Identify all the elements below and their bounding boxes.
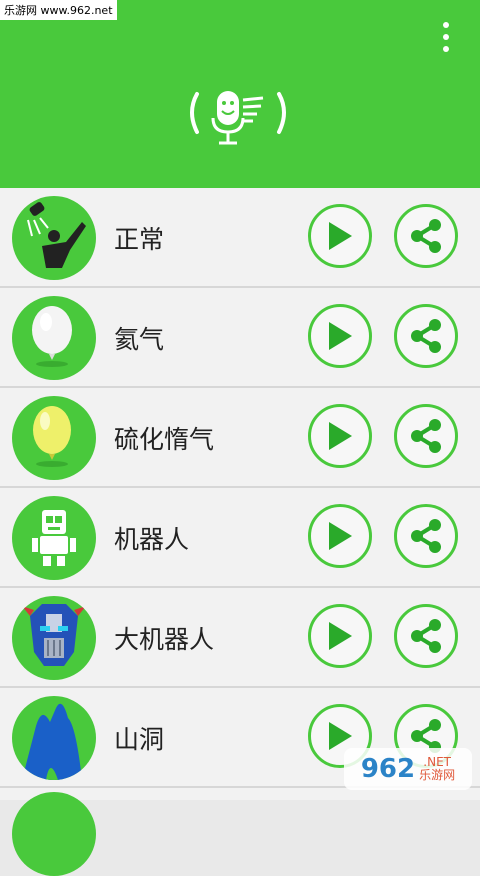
play-button[interactable] <box>308 204 372 268</box>
white-balloon-icon <box>12 296 96 380</box>
list-item[interactable]: 机器人 <box>0 488 480 588</box>
play-icon <box>329 222 352 250</box>
play-button[interactable] <box>308 504 372 568</box>
avatar <box>12 792 96 876</box>
robot-icon <box>12 496 96 580</box>
voice-label: 山洞 <box>114 725 165 754</box>
voice-label: 机器人 <box>114 525 190 554</box>
play-button[interactable] <box>308 604 372 668</box>
share-icon <box>411 619 441 653</box>
shower-person-icon <box>12 196 96 280</box>
play-icon <box>329 722 352 750</box>
site-watermark-logo: 962 .NET 乐游网 <box>344 748 472 790</box>
share-button[interactable] <box>394 404 458 468</box>
yellow-balloon-icon <box>12 396 96 480</box>
voice-label: 硫化惰气 <box>114 425 215 454</box>
play-icon <box>329 522 352 550</box>
share-icon <box>411 219 441 253</box>
app-header: 乐游网 www.962.net <box>0 0 480 188</box>
voice-label: 大机器人 <box>114 625 215 654</box>
overflow-menu-button[interactable] <box>438 22 454 52</box>
microphone-icon <box>185 86 295 156</box>
play-button[interactable] <box>308 304 372 368</box>
share-button[interactable] <box>394 604 458 668</box>
share-button[interactable] <box>394 304 458 368</box>
share-icon <box>411 319 441 353</box>
list-item[interactable]: 氦气 <box>0 288 480 388</box>
voice-label: 正常 <box>114 225 165 254</box>
cave-icon <box>12 696 96 780</box>
voice-label: 氦气 <box>114 325 165 354</box>
more-vert-icon <box>443 22 449 28</box>
play-icon <box>329 622 352 650</box>
share-icon <box>411 519 441 553</box>
share-button[interactable] <box>394 204 458 268</box>
play-button[interactable] <box>308 404 372 468</box>
list-item[interactable]: 硫化惰气 <box>0 388 480 488</box>
play-icon <box>329 422 352 450</box>
list-item[interactable]: 正常 <box>0 188 480 288</box>
share-icon <box>411 419 441 453</box>
list-item[interactable]: 大机器人 <box>0 588 480 688</box>
share-button[interactable] <box>394 504 458 568</box>
voice-effect-list: 正常 氦气 硫化惰气 机器人 大机器人 山洞 <box>0 188 480 788</box>
site-watermark: 乐游网 www.962.net <box>0 0 117 20</box>
play-icon <box>329 322 352 350</box>
big-robot-icon <box>12 596 96 680</box>
